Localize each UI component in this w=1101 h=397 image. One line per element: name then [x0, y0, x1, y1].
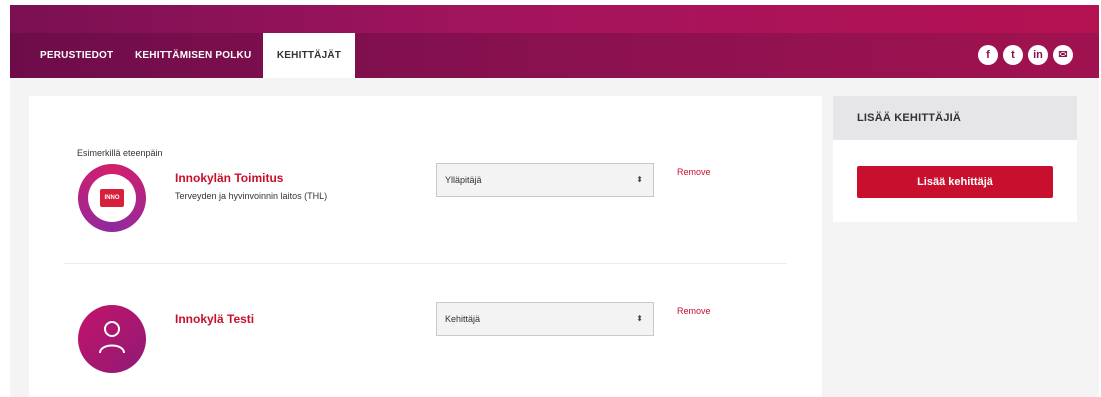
select-caret-icon: ⬍ [636, 314, 643, 323]
role-select[interactable]: Ylläpitäjä ⬍ [436, 163, 654, 197]
add-developers-panel: LISÄÄ KEHITTÄJIÄ Lisää kehittäjä [833, 96, 1077, 222]
logo-inner: INNO [88, 174, 136, 222]
developer-organization: Terveyden ja hyvinvoinnin laitos (THL) [175, 191, 328, 201]
innokyla-logo-icon: INNO [100, 189, 124, 207]
tab-bar: PERUSTIEDOT KEHITTÄMISEN POLKU KEHITTÄJÄ… [10, 33, 1099, 78]
role-select[interactable]: Kehittäjä ⬍ [436, 302, 654, 336]
tab-kehittamisen-polku[interactable]: KEHITTÄMISEN POLKU [135, 33, 251, 78]
remove-link[interactable]: Remove [677, 306, 711, 316]
developers-card [29, 96, 822, 397]
email-icon[interactable]: ✉ [1053, 45, 1073, 65]
facebook-icon[interactable]: f [978, 45, 998, 65]
organization-logo-avatar: INNO [78, 164, 146, 232]
twitter-icon[interactable]: t [1003, 45, 1023, 65]
person-icon [99, 321, 125, 354]
role-select-value: Kehittäjä [445, 314, 481, 324]
row-divider [64, 263, 787, 264]
role-select-value: Ylläpitäjä [445, 175, 482, 185]
add-developer-button[interactable]: Lisää kehittäjä [857, 166, 1053, 198]
panel-title: LISÄÄ KEHITTÄJIÄ [833, 96, 1077, 140]
developer-name[interactable]: Innokylän Toimitus [175, 171, 283, 185]
group-label: Esimerkillä eteenpäin [77, 148, 163, 158]
top-banner [10, 5, 1099, 33]
select-caret-icon: ⬍ [636, 175, 643, 184]
user-avatar [78, 305, 146, 373]
linkedin-icon[interactable]: in [1028, 45, 1048, 65]
developer-name[interactable]: Innokylä Testi [175, 312, 254, 326]
tab-perustiedot[interactable]: PERUSTIEDOT [40, 33, 113, 78]
remove-link[interactable]: Remove [677, 167, 711, 177]
page: PERUSTIEDOT KEHITTÄMISEN POLKU KEHITTÄJÄ… [0, 0, 1101, 397]
tab-kehittajat[interactable]: KEHITTÄJÄT [263, 33, 355, 78]
